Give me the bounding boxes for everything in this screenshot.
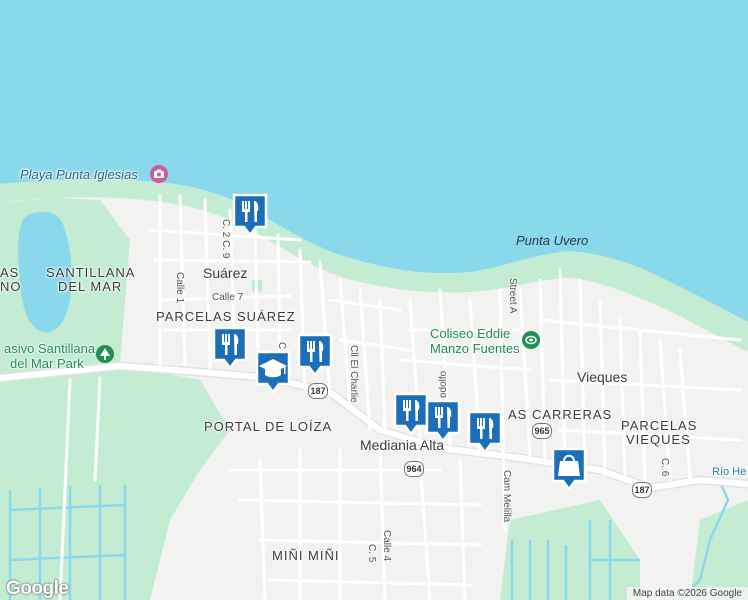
road-label-cll-el-charlie: Cll El Charlie — [348, 345, 359, 403]
santillana-label-line2: DEL MAR — [58, 279, 123, 294]
restaurant-marker-4[interactable] — [393, 392, 429, 436]
road-label-c2-c9: C. 2 C. 9 — [220, 219, 231, 259]
portal-de-loiza-label: PORTAL DE LOÍZA — [204, 419, 333, 434]
map-attribution[interactable]: Map data ©2026 Google — [626, 587, 748, 600]
route-shield-187-west: 187 — [308, 383, 328, 399]
road-label-calle-4: Calle 4 — [381, 530, 392, 562]
playa-punta-iglesias-label: Playa Punta Iglesias — [20, 167, 138, 182]
route-shield-964: 964 — [404, 461, 424, 477]
edge-label-as: AS — [0, 265, 20, 280]
school-marker[interactable] — [255, 350, 291, 394]
rio-label: Río He — [712, 466, 747, 478]
route-shield-187-east: 187 — [632, 482, 652, 498]
restaurant-marker-6[interactable] — [467, 410, 503, 454]
edge-label-no: NO — [0, 279, 22, 294]
park-label-line2: del Mar Park — [10, 356, 84, 371]
road-label-calle-1: Calle 1 — [174, 272, 185, 304]
google-logo[interactable]: Google — [6, 578, 69, 600]
parcelas-vieques-label-line1: PARCELAS — [621, 418, 698, 433]
restaurant-marker-1[interactable] — [232, 193, 268, 237]
road-label-odolfo: odolfo — [438, 370, 449, 398]
map-base-layer — [0, 0, 748, 600]
route-shield-965: 965 — [532, 423, 552, 439]
parcelas-suarez-label: PARCELAS SUÁREZ — [156, 309, 296, 324]
road-label-c6: C. 6 — [659, 458, 670, 477]
shopping-marker[interactable] — [551, 447, 587, 491]
mini-mini-label: MIÑI MIÑI — [272, 548, 340, 563]
restaurant-marker-3[interactable] — [297, 333, 333, 377]
road-label-street-a: Street A — [507, 278, 518, 314]
coliseo-label-line2: Manzo Fuentes — [430, 341, 520, 356]
restaurant-marker-2[interactable] — [212, 326, 248, 370]
park-label-line1: asivo Santillana — [4, 341, 96, 356]
stadium-icon[interactable] — [522, 331, 540, 349]
park-icon[interactable] — [96, 345, 114, 363]
road-label-edge-c: C — [276, 342, 287, 350]
suarez-label: Suárez — [203, 265, 248, 281]
road-label-cam-melilla: Cam Melilla — [501, 470, 512, 523]
vieques-label: Vieques — [577, 369, 628, 385]
coliseo-label-line1: Coliseo Eddie — [430, 326, 511, 341]
santillana-label-line1: SANTILLANA — [46, 265, 136, 280]
camera-icon[interactable] — [150, 165, 168, 183]
las-carreras-label: AS CARRERAS — [508, 407, 613, 422]
restaurant-marker-5[interactable] — [425, 399, 461, 443]
punta-uvero-label: Punta Uvero — [516, 233, 589, 248]
parcelas-vieques-label-line2: VIEQUES — [626, 432, 691, 447]
map-canvas[interactable]: Playa Punta Iglesias Punta Uvero Suárez … — [0, 0, 748, 600]
road-label-c5: C. 5 — [366, 544, 377, 563]
road-label-calle-7: Calle 7 — [212, 292, 244, 303]
